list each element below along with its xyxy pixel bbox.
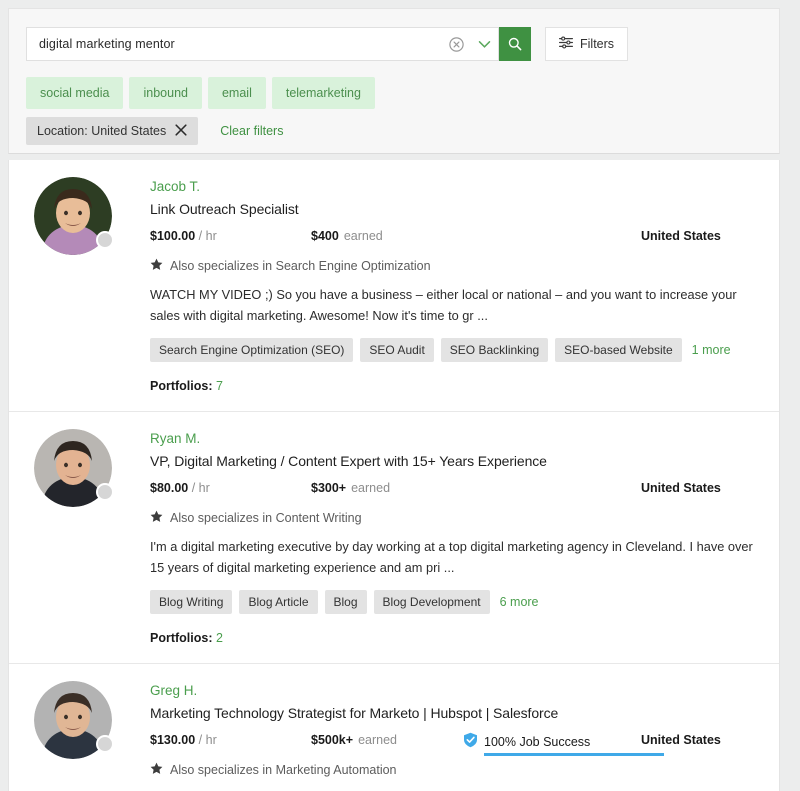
earned-label: earned [351,481,391,495]
country-label: United States [641,481,721,495]
total-earned: $400 earned [311,229,383,243]
total-earned: $300+ earned [311,481,390,495]
country-label: United States [641,733,721,747]
search-input[interactable] [27,37,446,51]
freelancer-result-card[interactable]: Ryan M. VP, Digital Marketing / Content E… [9,412,779,664]
suggestion-pill[interactable]: social media [26,77,124,109]
avatar[interactable] [34,177,114,255]
results-list: Jacob T. Link Outreach Specialist $100.00 … [8,160,780,791]
earned-amount: $400 [311,229,339,243]
earned-label: earned [358,733,397,747]
profile-title: Link Outreach Specialist [150,201,299,217]
skills-row: Blog Writing Blog Article Blog Blog Develop… [150,590,757,614]
earned-label: earned [343,229,383,243]
search-header: Filters social mediainboundemailtelemark… [8,8,780,154]
avatar[interactable] [34,681,114,759]
skill-tag[interactable]: SEO Backlinking [440,338,549,362]
skill-tag[interactable]: SEO Audit [360,338,434,362]
total-earned: $500k+ earned [311,733,397,747]
profile-title: Marketing Technology Strategist for Mark… [150,705,559,721]
search-results-page: Filters social mediainboundemailtelemark… [0,0,800,791]
portfolios-count[interactable]: 2 [216,631,223,645]
suggestion-pill[interactable]: telemarketing [271,77,375,109]
portfolios-count[interactable]: 7 [216,379,223,393]
active-filter-pill[interactable]: Location: United States [26,117,199,145]
clear-circle-icon[interactable] [446,34,466,54]
freelancer-result-card[interactable]: Greg H. Marketing Technology Strategist f… [9,664,779,791]
search-row: Filters [26,27,629,61]
rate-amount: $130.00 [150,733,196,747]
specializes-text: Also specializes in Marketing Automation [170,763,397,777]
stats-row: $100.00 / hr $400 earned United States [150,229,757,249]
rate-amount: $80.00 [150,481,189,495]
freelancer-result-card[interactable]: Jacob T. Link Outreach Specialist $100.00 … [9,160,779,412]
job-success-block: 100% Job Success [463,732,590,751]
suggestion-pill[interactable]: inbound [129,77,202,109]
portfolios-label: Portfolios: [150,379,213,393]
job-success-label: 100% Job Success [484,734,591,749]
active-filter-row: Location: United States Clear filters [26,117,283,145]
rate-unit: / hr [198,733,217,747]
online-status-dot [96,483,114,501]
profile-name-link[interactable]: Ryan M. [150,430,200,448]
rate-unit: / hr [191,481,210,495]
profile-description: I'm a digital marketing executive by day… [150,539,753,575]
star-icon [150,258,163,274]
hourly-rate: $100.00 / hr [150,229,217,243]
more-skills-link[interactable]: 1 more [692,343,731,357]
earned-amount: $500k+ [311,733,354,747]
stats-row: $80.00 / hr $300+ earned United States [150,481,757,501]
active-filter-label: Location: United States [37,124,167,138]
sliders-icon [559,36,573,52]
stats-row: $130.00 / hr $500k+ earned 100% Job Success… [150,732,757,756]
suggestion-pill-row: social media inbound email telemarketing [26,77,375,109]
avatar[interactable] [34,429,114,507]
profile-title: VP, Digital Marketing / Content Expert w… [150,453,547,469]
specializes-text: Also specializes in Search Engine Optimi… [170,259,431,273]
hourly-rate: $130.00 / hr [150,733,217,747]
country-label: United States [641,229,721,243]
specializes-row: Also specializes in Search Engine Optimi… [150,258,757,274]
chevron-down-icon[interactable] [470,27,498,61]
profile-name-link[interactable]: Greg H. [150,682,197,700]
clear-filters-link[interactable]: Clear filters [220,124,283,138]
star-icon [150,762,163,778]
skill-tag[interactable]: Blog Article [239,590,318,614]
rate-unit: / hr [198,229,217,243]
earned-amount: $300+ [311,481,347,495]
search-box[interactable] [26,27,499,61]
online-status-dot [96,231,114,249]
skill-tag[interactable]: Blog [324,590,367,614]
specializes-row: Also specializes in Content Writing [150,510,757,526]
specializes-row: Also specializes in Marketing Automation [150,762,757,778]
more-skills-link[interactable]: 6 more [500,595,539,609]
job-success-bar [484,753,664,756]
hourly-rate: $80.00 / hr [150,481,210,495]
close-x-icon[interactable] [175,123,187,139]
search-submit-button[interactable] [499,27,531,61]
suggestion-pill[interactable]: email [207,77,266,109]
filters-button[interactable]: Filters [545,27,629,61]
skill-tag[interactable]: Blog Development [373,590,490,614]
skills-row: Search Engine Optimization (SEO) SEO Audi… [150,338,757,362]
skill-tag[interactable]: Search Engine Optimization (SEO) [150,338,354,362]
rate-amount: $100.00 [150,229,196,243]
skill-tag[interactable]: SEO-based Website [555,338,682,362]
skill-tag[interactable]: Blog Writing [150,590,233,614]
online-status-dot [96,735,114,753]
filters-label: Filters [580,37,615,51]
star-icon [150,510,163,526]
portfolios-row: Portfolios: 2 [150,631,757,645]
profile-description: WATCH MY VIDEO ;) So you have a business… [150,287,737,323]
profile-name-link[interactable]: Jacob T. [150,178,200,196]
specializes-text: Also specializes in Content Writing [170,511,362,525]
shield-check-icon [463,732,478,751]
portfolios-row: Portfolios: 7 [150,379,757,393]
portfolios-label: Portfolios: [150,631,213,645]
